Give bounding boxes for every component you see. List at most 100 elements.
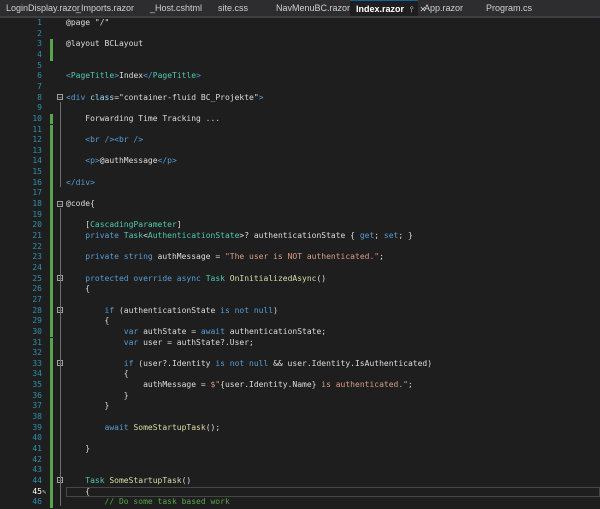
code-line[interactable]: 6 <PageTitle>Index</PageTitle> [0,71,600,82]
code-line[interactable]: 15 [0,167,600,178]
change-indicator [50,486,53,498]
code-line[interactable]: 9 [0,103,600,114]
line-number: 17 [32,188,42,198]
code-line[interactable]: 1 @page "/" [0,18,600,29]
code-line[interactable]: 22 [0,241,600,253]
code-text: <br /><br /> [85,135,144,145]
change-indicator [50,401,53,413]
code-line[interactable]: 12 <br /><br /> [0,135,600,146]
code-line[interactable]: 10 Forwarding Time Tracking ... [0,113,600,125]
tab-navmenubc-razor[interactable]: NavMenuBC.razor [270,0,350,16]
code-text: // Do some task based work [66,497,230,507]
code-text: [CascadingParameter] [66,220,182,230]
line-number: 36 [32,390,42,400]
line-number: 29 [32,316,42,326]
change-indicator [50,262,53,274]
code-line[interactable]: 14 <p>@authMessage</p> [0,156,600,168]
line-number: 2 [37,28,42,38]
collapse-icon[interactable]: − [57,94,63,101]
tab-label: LoginDisplay.razor [6,3,80,13]
code-text: var authState = await authenticationStat… [66,326,327,336]
code-line[interactable]: 2 [0,29,600,40]
code-line[interactable]: 17 [0,188,600,200]
code-text: { [66,284,91,294]
code-line[interactable]: 28− if (authenticationState is not null) [0,305,600,317]
code-text: { [66,316,110,326]
change-indicator [50,422,53,434]
code-line[interactable]: 41 } [0,444,600,455]
change-indicator [50,316,53,327]
line-number: 44 [32,475,42,485]
code-line[interactable]: 13 [0,145,600,157]
code-line[interactable]: 21 private Task<AuthenticationState>? au… [0,231,600,242]
line-number: 32 [32,348,42,358]
line-number: 24 [32,262,42,272]
tab-index-razor[interactable]: Index.razor ⫯ ✕ [350,0,426,16]
code-line[interactable]: 42 [0,454,600,466]
code-line[interactable]: 36 } [0,390,600,402]
tab-label: App.razor [424,3,464,13]
change-indicator [50,390,53,402]
code-line[interactable]: 44− Task SomeStartupTask() [0,475,600,487]
code-editor[interactable]: 1 @page "/" 2 3 @layout BCLayout 4 5 6 <PageTitl… [0,18,600,509]
change-indicator [50,475,53,487]
change-indicator [50,305,53,317]
line-number: 11 [32,124,42,134]
tab-program-cs[interactable]: Program.cs [480,0,600,16]
change-indicator [50,454,53,466]
code-line[interactable]: 5 [0,61,600,72]
code-line[interactable]: 37 } [0,401,600,413]
code-line[interactable]: 16 </div> [0,177,600,189]
line-number: 33 [32,358,42,368]
code-line[interactable]: 34 { [0,369,600,381]
code-line[interactable]: 38 [0,412,600,423]
tab--imports-razor[interactable]: _Imports.razor [70,0,144,16]
tab--host-cshtml[interactable]: _Host.cshtml [144,0,212,16]
code-line[interactable]: 18 − @code{ [0,199,600,210]
pin-icon[interactable]: ⫯ [410,5,413,14]
change-indicator [50,369,53,381]
change-indicator [50,167,53,178]
code-line[interactable]: 23 private string authMessage = "The use… [0,252,600,263]
code-line[interactable]: 11 [0,124,600,136]
code-text: Forwarding Time Tracking ... [66,113,221,123]
line-number: 34 [32,369,42,379]
code-line[interactable]: 7 [0,82,600,93]
change-indicator [50,273,53,285]
change-indicator [50,294,53,306]
change-indicator [50,348,53,359]
code-line[interactable]: 40 [0,433,600,444]
code-line[interactable]: 29 { [0,316,600,327]
code-line[interactable]: 4 [0,49,600,61]
code-line[interactable]: 43 [0,465,600,476]
tab-app-razor[interactable]: App.razor [418,0,480,16]
code-line[interactable]: 31 var user = authState?.User; [0,337,600,349]
change-indicator [50,177,53,189]
code-line[interactable]: 32 [0,348,600,359]
code-line[interactable]: 20 [CascadingParameter] [0,220,600,231]
tab-logindisplay-razor[interactable]: LoginDisplay.razor [0,0,80,16]
tab-label: _Imports.razor [76,3,135,13]
line-number: 12 [32,135,42,145]
collapse-icon[interactable]: − [57,200,63,207]
code-line[interactable]: 45 ✎ { [0,486,600,498]
change-indicator [50,188,53,200]
code-line[interactable]: 35 authMessage = $"{user.Identity.Name} … [0,380,600,391]
line-number: 19 [32,209,42,219]
change-indicator [50,124,53,136]
code-line[interactable]: 25− protected override async Task OnInit… [0,273,600,285]
tab-site-css[interactable]: site.css [212,0,270,16]
code-line[interactable]: 8 − <div class="container-fluid BC_Projekt… [0,93,600,104]
code-line[interactable]: 30 var authState = await authenticationS… [0,326,600,338]
code-line[interactable]: 19 [0,209,600,221]
line-number: 15 [32,167,42,177]
code-line[interactable]: 39 await SomeStartupTask(); [0,422,600,434]
code-line[interactable]: 27 [0,294,600,306]
code-line[interactable]: 3 @layout BCLayout [0,39,600,50]
code-line[interactable]: 26 { [0,284,600,295]
code-text: if (authenticationState is not null) [66,305,278,315]
code-line[interactable]: 24 [0,262,600,274]
change-indicator [50,156,53,168]
code-line[interactable]: 46 // Do some task based work [0,497,600,508]
code-line[interactable]: 33− if (user?.Identity is not null && us… [0,358,600,370]
